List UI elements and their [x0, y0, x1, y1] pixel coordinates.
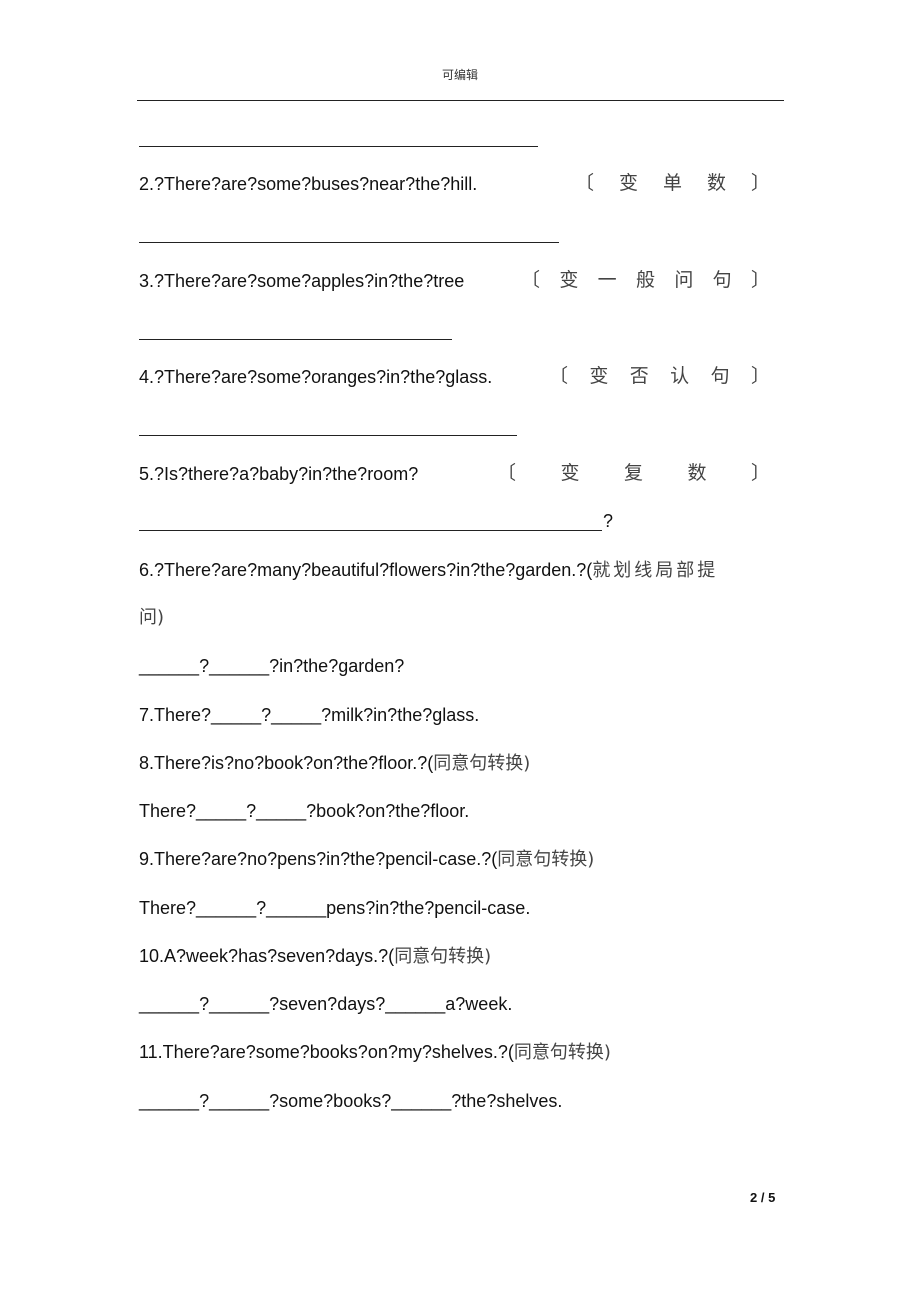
hint-char: 复 [623, 462, 643, 484]
answer-line-q4 [139, 435, 517, 436]
hint-char: 变 [560, 462, 580, 484]
page-number: 2 / 5 [750, 1190, 776, 1205]
hint-char: 数 [687, 462, 707, 484]
answer-q8: There?_____?_____?book?on?the?floor. [139, 801, 470, 821]
answer-suffix-q5: ? [603, 511, 614, 531]
question-11-instruction: 同意句转换) [513, 1042, 611, 1063]
question-6: 6.?There?are?many?beautiful?flowers?in?t… [139, 558, 718, 583]
question-8-instruction: 同意句转换) [433, 753, 531, 774]
hint-char: 〔 [521, 269, 541, 291]
question-9: 9.There?are?no?pens?in?the?pencil-case.?… [139, 847, 594, 872]
answer-line-q5 [139, 530, 602, 531]
hint-char: 〕 [750, 462, 770, 484]
question-10-text: 10.A?week?has?seven?days.?( [139, 946, 395, 966]
question-2: 2.?There?are?some?buses?near?the?hill. [139, 174, 478, 194]
answer-q6: ______?______?in?the?garden? [139, 656, 405, 676]
question-3-hint: 〔 变 一 般 问 句 〕 [521, 268, 770, 292]
hint-char: 数 [706, 172, 726, 194]
question-4-hint: 〔 变 否 认 句 〕 [549, 364, 770, 388]
question-5: 5.?Is?there?a?baby?in?the?room? [139, 464, 419, 484]
question-5-hint: 〔 变 复 数 〕 [497, 461, 770, 485]
hint-char: 〔 [549, 365, 569, 387]
hint-char: 〕 [750, 365, 770, 387]
answer-q9: There?______?______pens?in?the?pencil-ca… [139, 898, 531, 918]
answer-line-q2 [139, 242, 559, 243]
hint-char: 句 [712, 269, 732, 291]
hint-char: 一 [597, 269, 617, 291]
question-9-text: 9.There?are?no?pens?in?the?pencil-case.?… [139, 849, 498, 869]
hint-char: 〕 [750, 269, 770, 291]
hint-char: 〔 [575, 172, 595, 194]
question-2-hint: 〔 变 单 数 〕 [575, 171, 770, 195]
question-7: 7.There?_____?_____?milk?in?the?glass. [139, 705, 480, 725]
hint-char: 〔 [497, 462, 517, 484]
hint-char: 般 [635, 269, 655, 291]
hint-char: 句 [710, 365, 730, 387]
question-11: 11.There?are?some?books?on?my?shelves.?(… [139, 1040, 611, 1065]
hint-char: 〕 [750, 172, 770, 194]
question-9-instruction: 同意句转换) [497, 849, 595, 870]
question-8: 8.There?is?no?book?on?the?floor.?(同意句转换) [139, 751, 530, 776]
hint-char: 单 [662, 172, 682, 194]
hint-char: 问 [674, 269, 694, 291]
question-4: 4.?There?are?some?oranges?in?the?glass. [139, 367, 493, 387]
hint-char: 认 [670, 365, 690, 387]
question-11-text: 11.There?are?some?books?on?my?shelves.?( [139, 1042, 514, 1062]
question-6-instruction: 就划线局部提 [592, 560, 719, 581]
answer-line-q3 [139, 339, 452, 340]
hint-char: 变 [589, 365, 609, 387]
hint-char: 变 [618, 172, 638, 194]
question-8-text: 8.There?is?no?book?on?the?floor.?( [139, 753, 434, 773]
answer-line-q1 [139, 146, 538, 147]
question-6-text: 6.?There?are?many?beautiful?flowers?in?t… [139, 560, 593, 580]
hint-char: 否 [629, 365, 649, 387]
header-divider [137, 100, 784, 101]
question-10: 10.A?week?has?seven?days.?(同意句转换) [139, 944, 491, 969]
page-header: 可编辑 [441, 68, 478, 82]
answer-q10: ______?______?seven?days?______a?week. [139, 994, 513, 1014]
question-10-instruction: 同意句转换) [394, 946, 492, 967]
question-6-instruction-cont: 问) [139, 607, 165, 628]
hint-char: 变 [559, 269, 579, 291]
question-3: 3.?There?are?some?apples?in?the?tree [139, 271, 465, 291]
answer-q11: ______?______?some?books?______?the?shel… [139, 1091, 563, 1111]
